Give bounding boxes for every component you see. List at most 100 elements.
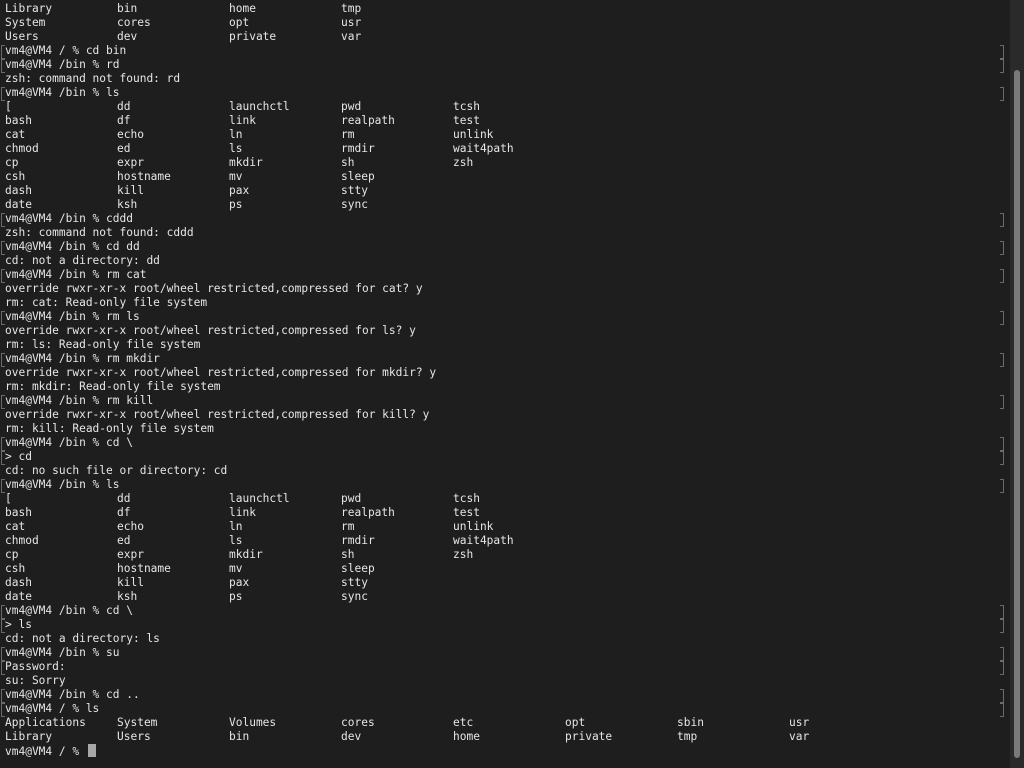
listing-entry: rmdir xyxy=(341,142,375,155)
command-line: vm4@VM4 /bin % rm cat xyxy=(1,268,1006,283)
vertical-scrollbar[interactable] xyxy=(1010,0,1024,768)
listing-entry: rm xyxy=(341,128,355,141)
output-line: override rwxr-xr-x root/wheel restricted… xyxy=(5,282,423,295)
listing-entry: usr xyxy=(789,716,810,729)
listing-entry: expr xyxy=(117,548,144,561)
output-line: rm: ls: Read-only file system xyxy=(5,338,201,351)
listing-entry: ln xyxy=(229,128,243,141)
listing-row: cat echo ln rm unlink xyxy=(5,520,1006,534)
command-line: vm4@VM4 / % ls xyxy=(1,702,1006,717)
listing-row: date ksh ps sync xyxy=(5,198,1006,212)
command-line: vm4@VM4 /bin % cd .. xyxy=(1,688,1006,703)
output-line: cd: not a directory: dd xyxy=(5,254,160,267)
listing-entry: ls xyxy=(229,142,243,155)
output-line: cd: not a directory: ls xyxy=(5,632,160,645)
listing-entry: private xyxy=(229,30,277,43)
listing-entry: date xyxy=(5,198,32,211)
listing-entry: df xyxy=(117,506,131,519)
listing-entry: ps xyxy=(229,590,243,603)
listing-row: csh hostname mv sleep xyxy=(5,562,1006,576)
listing-entry: Library xyxy=(5,730,53,743)
listing-row: chmod ed ls rmdir wait4path xyxy=(5,142,1006,156)
command-line: > cd xyxy=(1,450,1006,465)
listing-entry: dash xyxy=(5,184,32,197)
command-line: vm4@VM4 /bin % ls xyxy=(1,478,1006,493)
listing-entry: mkdir xyxy=(229,156,263,169)
listing-entry: Applications xyxy=(5,716,86,729)
scrollbar-thumb[interactable] xyxy=(1014,70,1020,758)
listing-entry: sh xyxy=(341,156,355,169)
listing-entry: chmod xyxy=(5,142,39,155)
listing-entry: cat xyxy=(5,128,26,141)
listing-entry: dev xyxy=(341,730,362,743)
listing-row: Library bin home tmp xyxy=(5,2,1006,16)
listing-entry: date xyxy=(5,590,32,603)
command-line: Password: xyxy=(1,660,1006,675)
listing-entry: mv xyxy=(229,562,243,575)
listing-entry: test xyxy=(453,506,480,519)
listing-entry: mkdir xyxy=(229,548,263,561)
listing-entry: usr xyxy=(341,16,362,29)
listing-entry: Library xyxy=(5,2,53,15)
listing-row: dash kill pax stty xyxy=(5,184,1006,198)
listing-entry: bin xyxy=(117,2,138,15)
listing-row: Library Users bin dev home private tmp var xyxy=(5,730,1006,744)
text-cursor[interactable] xyxy=(87,744,96,757)
listing-entry: csh xyxy=(5,562,26,575)
command-line: vm4@VM4 /bin % rm mkdir xyxy=(1,352,1006,367)
listing-entry: chmod xyxy=(5,534,39,547)
listing-entry: sleep xyxy=(341,562,375,575)
listing-entry: pax xyxy=(229,576,250,589)
listing-row: [dd launchctl pwd tcsh xyxy=(5,100,1006,114)
listing-entry: tcsh xyxy=(453,492,480,505)
command-line: vm4@VM4 /bin % ls xyxy=(1,86,1006,101)
listing-entry: bin xyxy=(229,730,250,743)
listing-entry: cores xyxy=(341,716,375,729)
listing-entry: bash xyxy=(5,114,32,127)
listing-entry: sh xyxy=(341,548,355,561)
command-line: vm4@VM4 /bin % rm ls xyxy=(1,310,1006,325)
listing-entry: pwd xyxy=(341,100,362,113)
listing-row: Applications System Volumes cores etc opt sbin… xyxy=(5,716,1006,730)
listing-entry: ed xyxy=(117,142,131,155)
listing-row: cp expr mkdir sh zsh xyxy=(5,156,1006,170)
listing-entry: ksh xyxy=(117,198,138,211)
listing-entry: cat xyxy=(5,520,26,533)
listing-entry: expr xyxy=(117,156,144,169)
command-line: vm4@VM4 /bin % cddd xyxy=(1,212,1006,227)
listing-entry: realpath xyxy=(341,506,395,519)
listing-entry: test xyxy=(453,114,480,127)
listing-entry: unlink xyxy=(453,520,494,533)
listing-entry: Volumes xyxy=(229,716,277,729)
listing-entry: System xyxy=(117,716,158,729)
output-line: zsh: command not found: rd xyxy=(5,72,181,85)
listing-entry: mv xyxy=(229,170,243,183)
output-line: override rwxr-xr-x root/wheel restricted… xyxy=(5,324,416,337)
listing-entry: tmp xyxy=(341,2,362,15)
command-line: vm4@VM4 /bin % cd \ xyxy=(1,604,1006,619)
listing-entry: stty xyxy=(341,576,368,589)
listing-entry: hostname xyxy=(117,170,171,183)
output-line: override rwxr-xr-x root/wheel restricted… xyxy=(5,366,437,379)
listing-entry: rm xyxy=(341,520,355,533)
current-prompt-line: vm4@VM4 / % xyxy=(5,744,1006,758)
listing-entry: echo xyxy=(117,520,144,533)
listing-entry: realpath xyxy=(341,114,395,127)
listing-entry: ls xyxy=(229,534,243,547)
listing-entry: rmdir xyxy=(341,534,375,547)
terminal-output: Library bin home tmp System cores opt usr Users d… xyxy=(1,2,1006,758)
output-line: override rwxr-xr-x root/wheel restricted… xyxy=(5,408,430,421)
listing-entry: ln xyxy=(229,520,243,533)
listing-entry: link xyxy=(229,506,256,519)
listing-entry: sbin xyxy=(677,716,704,729)
listing-entry: sync xyxy=(341,198,368,211)
listing-entry: opt xyxy=(565,716,586,729)
listing-entry: pax xyxy=(229,184,250,197)
listing-entry: dd xyxy=(117,492,131,505)
listing-entry: unlink xyxy=(453,128,494,141)
listing-entry: df xyxy=(117,114,131,127)
listing-entry: sync xyxy=(341,590,368,603)
terminal-window[interactable]: Library bin home tmp System cores opt usr Users d… xyxy=(0,0,1024,768)
listing-row: cp expr mkdir sh zsh xyxy=(5,548,1006,562)
listing-entry: Users xyxy=(117,730,151,743)
